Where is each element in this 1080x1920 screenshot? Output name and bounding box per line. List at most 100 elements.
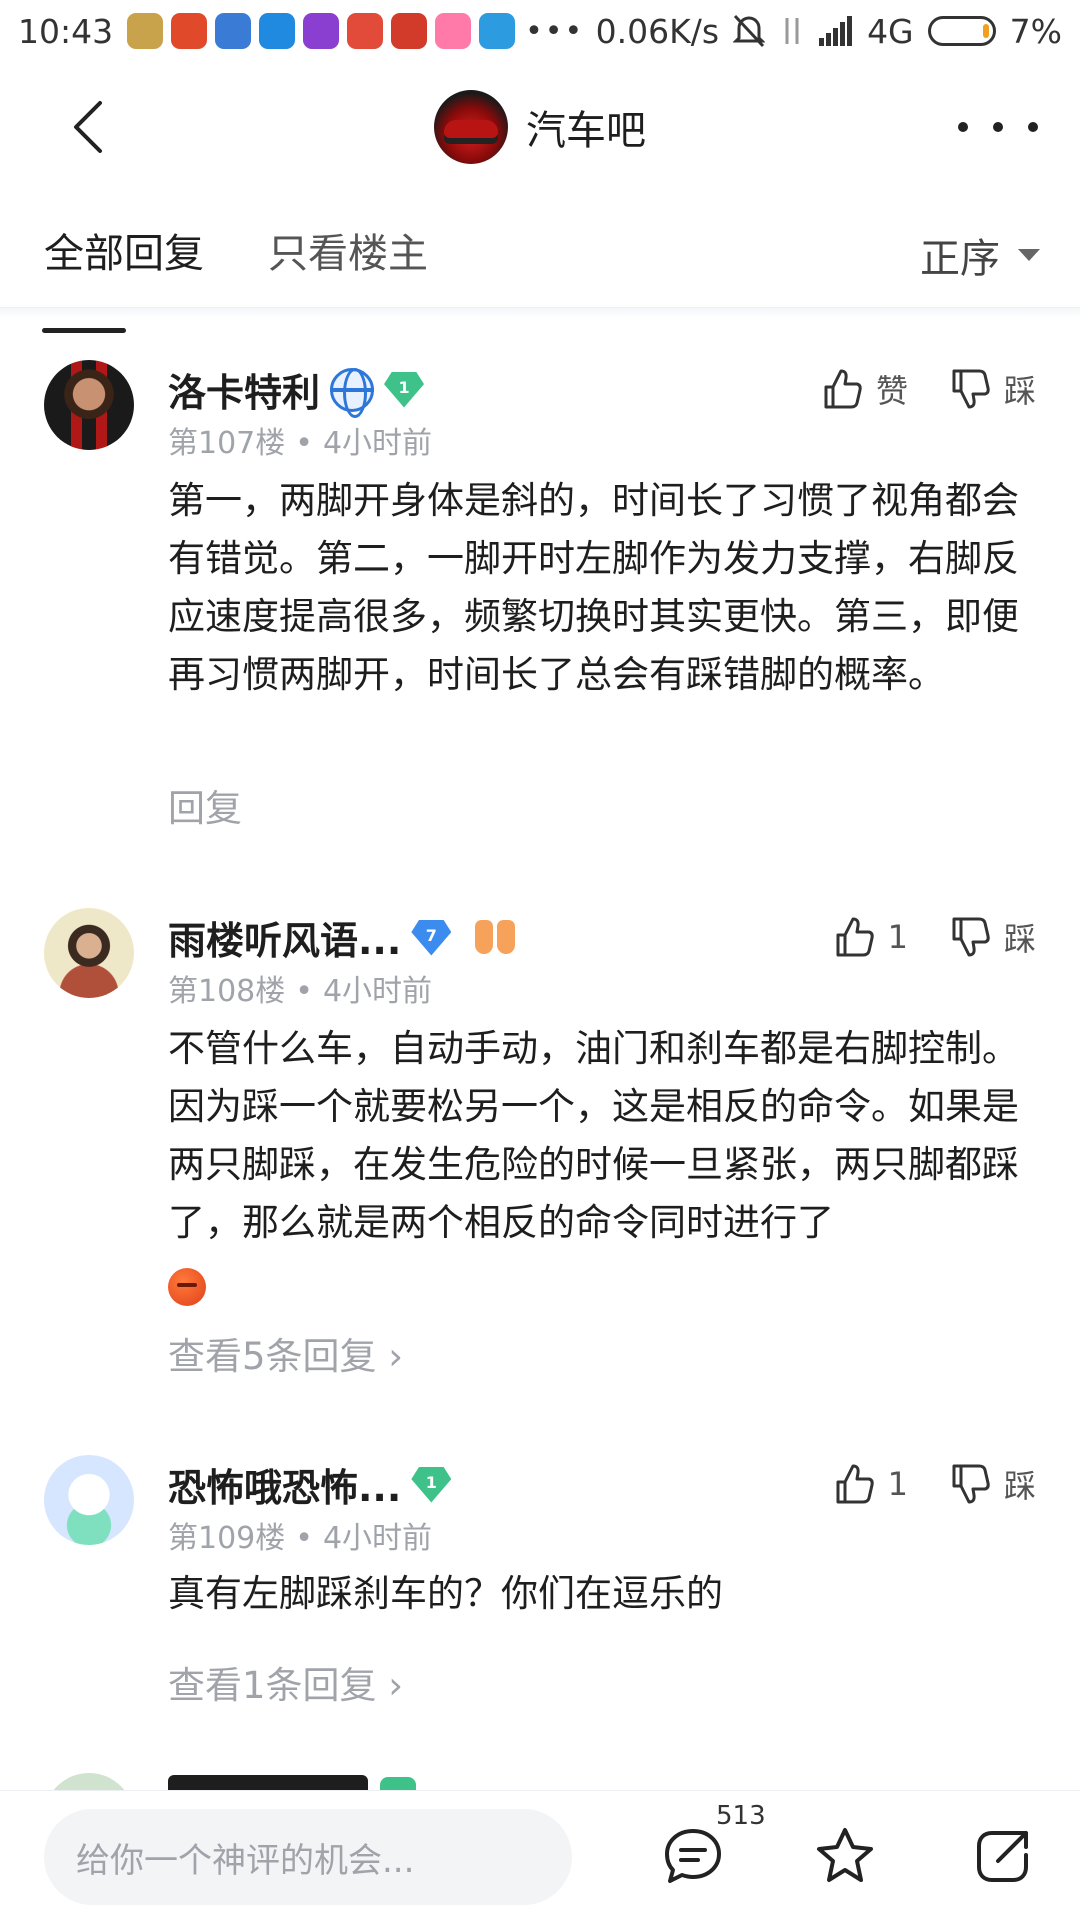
dislike-button[interactable]: 踩 xyxy=(948,1461,1036,1507)
vote-actions: 1 踩 xyxy=(832,914,1036,960)
dislike-label: 踩 xyxy=(1003,920,1036,958)
meta-separator: • xyxy=(295,974,313,1009)
level-number: 1 xyxy=(398,378,410,397)
status-right: 0.06K/s 4G 7% xyxy=(596,12,1062,51)
tab-all-replies[interactable]: 全部回复 xyxy=(44,221,204,279)
status-time: 10:43 xyxy=(18,11,114,51)
post-time: 4小时前 xyxy=(322,426,433,461)
post-time: 4小时前 xyxy=(322,974,433,1009)
vote-actions: 赞 踩 xyxy=(820,366,1036,412)
net-speed: 0.06K/s xyxy=(595,11,720,51)
more-button[interactable] xyxy=(958,107,1038,147)
share-icon[interactable] xyxy=(972,1825,1034,1887)
like-button[interactable]: 赞 xyxy=(820,366,908,412)
app-notification-icon xyxy=(303,13,340,49)
level-badge: 1 xyxy=(411,1466,452,1503)
username[interactable]: 洛卡特利 xyxy=(168,362,320,417)
dislike-label: 踩 xyxy=(1003,1467,1036,1505)
battery-level: 7% xyxy=(1009,11,1062,51)
dislike-button[interactable]: 踩 xyxy=(948,914,1036,960)
network-type: 4G xyxy=(867,11,914,51)
globe-icon xyxy=(330,367,375,418)
like-button[interactable]: 1 xyxy=(832,1462,908,1506)
reply-tabs: 全部回复 只看楼主 正序 xyxy=(0,192,1080,333)
app-notification-icon xyxy=(127,13,164,49)
chevron-left-icon xyxy=(74,101,102,153)
thumbs-up-icon xyxy=(836,1464,874,1504)
back-button[interactable] xyxy=(60,97,120,157)
star-icon[interactable] xyxy=(814,1825,876,1887)
comment-body: 不管什么车，自动手动，油门和刹车都是右脚控制。因为踩一个就要松另一个，这是相反的… xyxy=(168,1027,1019,1244)
more-notifications-icon: ••• xyxy=(525,13,585,49)
app-notification-icon xyxy=(259,13,296,49)
comment-icon[interactable] xyxy=(662,1825,724,1887)
app-notification-icon xyxy=(347,13,384,49)
username[interactable]: 恐怖哦恐怖... xyxy=(168,1457,401,1512)
post-meta: 第107楼 • 4小时前 xyxy=(168,418,432,462)
thumbs-up-icon xyxy=(824,369,862,409)
sort-order-label: 正序 xyxy=(920,236,1000,282)
thumbs-down-icon xyxy=(952,917,990,957)
like-count: 1 xyxy=(887,918,908,956)
meta-separator: • xyxy=(295,426,313,461)
forum-title[interactable]: 汽车吧 xyxy=(434,90,646,164)
post-time: 4小时前 xyxy=(322,1521,433,1556)
more-dot xyxy=(1028,122,1038,132)
avatar[interactable] xyxy=(44,908,134,998)
level-badge: 7 xyxy=(411,919,452,956)
thumbs-up-icon xyxy=(836,917,874,957)
caret-down-icon xyxy=(1018,249,1040,261)
user-row: 洛卡特利 1 xyxy=(168,362,425,418)
mute-bell-icon xyxy=(733,14,766,48)
like-count: 1 xyxy=(887,1465,908,1503)
app-notification-icon xyxy=(435,13,472,49)
user-row: 雨楼听风语... 7 xyxy=(168,910,519,965)
more-dots-icon xyxy=(958,122,968,132)
thumbs-down-icon xyxy=(952,1464,990,1504)
avatar[interactable] xyxy=(44,1455,134,1545)
view-replies-link[interactable]: 查看1条回复 › xyxy=(168,1655,403,1709)
reply-link[interactable]: 回复 xyxy=(168,778,242,832)
level-badge: 1 xyxy=(384,371,425,408)
comment-text: 不管什么车，自动手动，油门和刹车都是右脚控制。因为踩一个就要松另一个，这是相反的… xyxy=(168,1020,1044,1314)
sort-order-dropdown[interactable]: 正序 xyxy=(920,226,1040,284)
data-transfer-icon xyxy=(785,18,799,44)
floor-number: 第108楼 xyxy=(168,974,286,1009)
next-comment-peek xyxy=(0,1765,1080,1790)
view-replies-link[interactable]: 查看5条回复 › xyxy=(168,1326,403,1380)
avatar[interactable] xyxy=(44,360,134,450)
comment-text: 真有左脚踩刹车的？你们在逗乐的 xyxy=(168,1572,723,1615)
app-notification-icon xyxy=(215,13,252,49)
floor-number: 第109楼 xyxy=(168,1521,286,1556)
battery-icon xyxy=(927,16,996,46)
like-label: 赞 xyxy=(875,372,908,410)
app-notification-icon xyxy=(171,13,208,49)
tab-op-only[interactable]: 只看楼主 xyxy=(268,221,428,279)
forum-name: 汽车吧 xyxy=(526,108,646,154)
meta-separator: • xyxy=(295,1521,313,1556)
angry-emoji-icon xyxy=(168,1267,206,1306)
level-number: 7 xyxy=(425,926,437,945)
notification-icons xyxy=(127,13,516,49)
app-notification-icon xyxy=(391,13,428,49)
like-button[interactable]: 1 xyxy=(832,915,908,959)
comment-count: 513 xyxy=(716,1801,766,1831)
app-notification-icon xyxy=(479,13,516,49)
post-meta: 第108楼 • 4小时前 xyxy=(168,966,432,1010)
lungs-badge-icon xyxy=(475,919,519,956)
thumbs-down-icon xyxy=(952,369,990,409)
dislike-label: 踩 xyxy=(1003,372,1036,410)
header: 汽车吧 xyxy=(0,62,1080,192)
dislike-button[interactable]: 踩 xyxy=(948,366,1036,412)
user-row: 恐怖哦恐怖... 1 xyxy=(168,1457,452,1512)
level-badge xyxy=(380,1777,416,1790)
username[interactable]: 雨楼听风语... xyxy=(168,910,401,965)
comment-text: 第一，两脚开身体是斜的，时间长了习惯了视角都会有错觉。第二，一脚开时左脚作为发力… xyxy=(168,479,1019,696)
avatar xyxy=(44,1773,134,1790)
level-number: 1 xyxy=(425,1473,437,1492)
forum-avatar xyxy=(434,90,508,164)
bottom-bar: 给你一个神评的机会... 513 xyxy=(0,1790,1080,1920)
divider xyxy=(0,308,1080,318)
floor-number: 第107楼 xyxy=(168,426,286,461)
comment-input[interactable]: 给你一个神评的机会... xyxy=(44,1809,572,1905)
